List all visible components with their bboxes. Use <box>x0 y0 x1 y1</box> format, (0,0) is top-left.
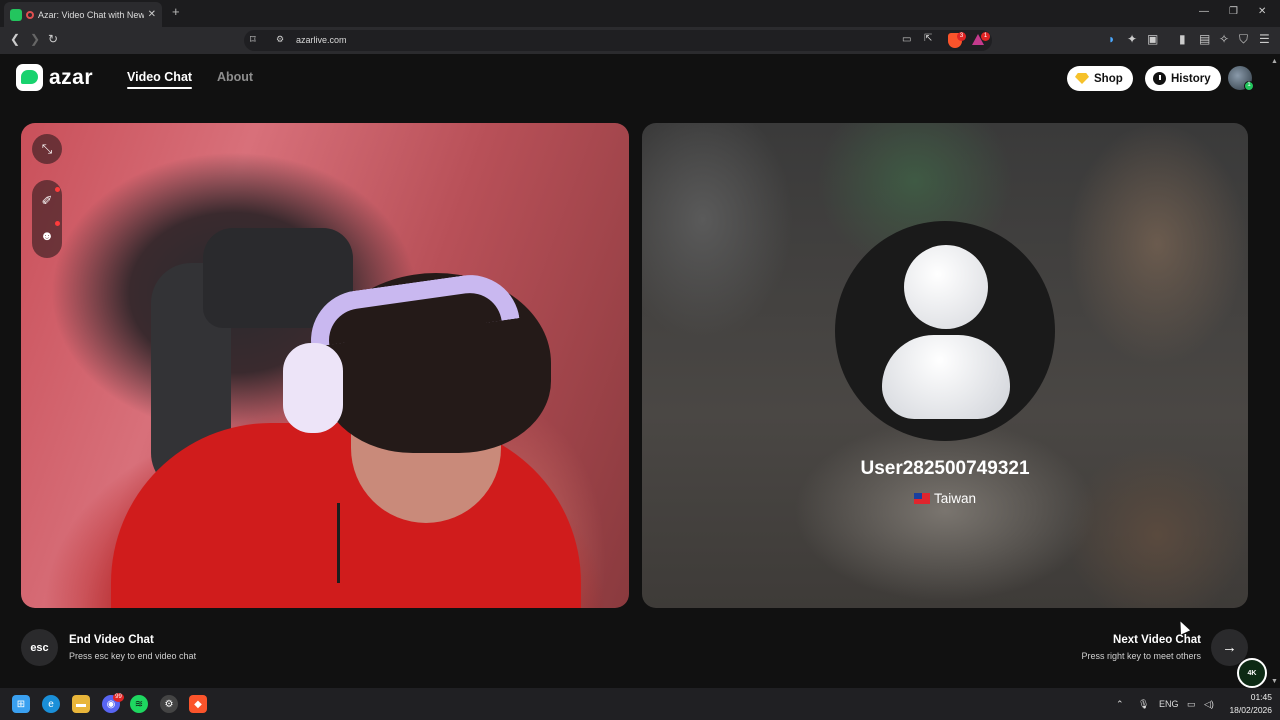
scroll-down-icon[interactable]: ▼ <box>1271 678 1278 685</box>
nav-about[interactable]: About <box>217 70 253 84</box>
remote-video: User282500749321 Taiwan <box>642 123 1248 608</box>
local-video: ⤡ ✐ ☻ <box>21 123 629 608</box>
extensions-icon[interactable]: ✦ <box>1127 32 1137 46</box>
close-window-button[interactable]: ✕ <box>1258 6 1266 17</box>
tray-expand-icon[interactable]: ⌃ <box>1116 699 1124 710</box>
steam-icon[interactable]: ⚙ <box>160 695 178 713</box>
address-bar[interactable]: ⌑ ⚙ azarlive.com ▭ ⇱ 3 1 <box>244 30 992 51</box>
azar-logo-icon <box>16 64 43 91</box>
shop-button[interactable]: Shop <box>1067 66 1133 91</box>
minimize-window-button[interactable]: — <box>1199 6 1209 17</box>
minimize-icon[interactable]: ⤡ <box>32 134 62 164</box>
end-chat-hint: Press esc key to end video chat <box>69 651 197 661</box>
red-hoodie <box>111 423 581 608</box>
hoodie-zip <box>337 503 340 583</box>
spotify-icon[interactable]: ≋ <box>130 695 148 713</box>
microphone-icon[interactable]: 🎙 <box>1138 699 1149 710</box>
next-chat-hint: Press right key to meet others <box>1081 651 1201 661</box>
end-chat-title: End Video Chat <box>69 634 154 646</box>
person-body-icon <box>882 335 1010 419</box>
browser-toolbar: ❮ ❯ ↻ ⌑ ⚙ azarlive.com ▭ ⇱ 3 1 ◗ ✦ ▣ ▮ ▤… <box>0 27 1280 54</box>
reload-icon[interactable]: ↻ <box>48 32 58 46</box>
audio-playing-icon[interactable]: ◗ <box>1108 32 1115 46</box>
wallet-icon[interactable]: ▤ <box>1199 32 1210 46</box>
end-chat-button[interactable]: esc <box>21 629 58 666</box>
windows-taskbar: ⊞ e ▬ ◉ 99 ≋ ⚙ ◆ ⌃ 🎙 ENG ▭ ◁) 01:45 18/0… <box>0 688 1280 720</box>
vpn-icon[interactable]: ⛉ <box>1239 32 1248 47</box>
media-icon[interactable]: ▣ <box>1147 32 1158 46</box>
file-explorer-icon[interactable]: ▬ <box>72 695 90 713</box>
azar-page: azar Video Chat About Shop History 1 ▲ ▼… <box>0 54 1280 688</box>
tab-close-icon[interactable]: ✕ <box>148 9 156 20</box>
headphone-earcup <box>283 343 343 433</box>
back-icon[interactable]: ❮ <box>10 32 20 46</box>
recording-indicator-icon <box>26 10 34 19</box>
bookmark-icon[interactable]: ⌑ <box>250 33 256 46</box>
clock-icon <box>1153 72 1166 85</box>
edge-icon[interactable]: e <box>42 695 60 713</box>
menu-icon[interactable]: ☰ <box>1259 32 1270 46</box>
shop-label: Shop <box>1094 72 1123 85</box>
sidebar-icon[interactable]: ▮ <box>1179 32 1186 46</box>
country-label: Taiwan <box>933 491 977 506</box>
restore-window-button[interactable]: ❐ <box>1229 6 1238 17</box>
discord-badge: 99 <box>113 693 124 702</box>
new-tab-button[interactable]: + <box>172 4 180 19</box>
brave-icon[interactable]: ◆ <box>189 695 207 713</box>
new-indicator <box>55 187 60 192</box>
network-icon[interactable]: ▭ <box>1187 699 1196 710</box>
profile-placeholder <box>835 221 1055 441</box>
effects-group: ✐ ☻ <box>32 180 62 258</box>
share-icon[interactable]: ⇱ <box>924 33 932 44</box>
new-indicator <box>55 221 60 226</box>
azar-logo[interactable]: azar <box>16 64 93 91</box>
taiwan-flag-icon <box>913 493 930 504</box>
cast-icon[interactable]: ▭ <box>902 34 911 45</box>
tab-title: Azar: Video Chat with New Pe <box>38 9 144 20</box>
person-head-icon <box>904 245 988 329</box>
avatar-badge: 1 <box>1244 81 1254 91</box>
windows-start-icon[interactable]: ⊞ <box>12 695 30 713</box>
mouse-cursor-icon <box>1175 619 1191 635</box>
remote-username: User282500749321 <box>860 458 1030 479</box>
next-chat-title: Next Video Chat <box>1113 634 1201 646</box>
browser-tabstrip: Azar: Video Chat with New Pe ✕ + — ❐ ✕ <box>0 0 1280 27</box>
4k-watermark-logo: 4K <box>1237 658 1267 688</box>
url-text: azarlive.com <box>296 35 347 45</box>
leo-ai-icon[interactable]: ✧ <box>1219 32 1229 46</box>
history-button[interactable]: History <box>1145 66 1221 91</box>
clock-date[interactable]: 18/02/2026 <box>1222 705 1272 715</box>
rewards-badge: 1 <box>981 32 990 41</box>
site-info-icon[interactable]: ⚙ <box>276 34 284 45</box>
language-indicator[interactable]: ENG <box>1159 699 1179 709</box>
clock-time[interactable]: 01:45 <box>1226 692 1272 702</box>
remote-country: Taiwan <box>642 491 1248 506</box>
forward-icon[interactable]: ❯ <box>30 32 40 46</box>
history-label: History <box>1171 72 1211 85</box>
scroll-up-icon[interactable]: ▲ <box>1271 58 1278 65</box>
shields-badge: 3 <box>957 32 966 41</box>
browser-tab[interactable]: Azar: Video Chat with New Pe ✕ <box>4 2 162 27</box>
logo-text: azar <box>49 65 94 89</box>
azar-favicon-icon <box>10 8 22 21</box>
gem-icon <box>1075 73 1089 84</box>
volume-icon[interactable]: ◁) <box>1204 699 1214 710</box>
nav-video-chat[interactable]: Video Chat <box>127 70 193 89</box>
